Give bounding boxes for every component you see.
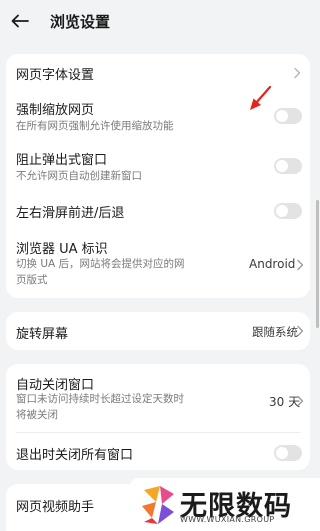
rotate-label: 旋转屏幕: [16, 327, 69, 342]
auto-close-row[interactable]: 自动关闭窗口 窗口未访问持续时长超过设定天数时 将被关闭 30 天: [6, 364, 310, 430]
close-on-exit-row: 退出时关闭所有窗口: [6, 434, 310, 470]
watermark-logo-icon: [142, 486, 174, 524]
toggle-knob: [276, 447, 288, 459]
font-setting-label: 网页字体设置: [16, 68, 95, 83]
ua-description-line2: 页版式: [16, 274, 48, 286]
scrollbar[interactable]: [316, 200, 319, 328]
block-popup-row: 阻止弹出式窗口 不允许网页自动创建新窗口: [6, 142, 310, 190]
block-popup-toggle[interactable]: [274, 158, 302, 174]
watermark: 无限数码 WWW.WUXIAN.GROUP: [130, 478, 320, 531]
toggle-knob: [276, 110, 288, 122]
rotate-row[interactable]: 旋转屏幕 跟随系统: [6, 312, 310, 350]
page-title: 浏览设置: [50, 13, 111, 31]
auto-close-description-line2: 将被关闭: [16, 409, 58, 421]
chevron-right-icon: [297, 259, 304, 271]
chevron-right-icon: [297, 395, 304, 407]
video-helper-label: 网页视频助手: [16, 500, 95, 515]
swipe-nav-label: 左右滑屏前进/后退: [16, 206, 125, 221]
chevron-right-icon: [297, 325, 304, 337]
force-zoom-toggle[interactable]: [274, 108, 302, 124]
annotation-arrow-icon: [250, 85, 272, 110]
swipe-nav-row: 左右滑屏前进/后退: [6, 192, 310, 228]
chevron-right-icon: [294, 67, 301, 79]
auto-close-label: 自动关闭窗口: [16, 378, 95, 393]
watermark-url: WWW.WUXIAN.GROUP: [180, 515, 275, 524]
back-arrow-icon: [11, 14, 29, 28]
ua-row[interactable]: 浏览器 UA 标识 切换 UA 后，网站将会提供对应的网 页版式 Android: [6, 230, 310, 296]
toggle-knob: [276, 205, 288, 217]
swipe-nav-toggle[interactable]: [274, 203, 302, 219]
auto-close-description-line1: 窗口未访问持续时长超过设定天数时: [16, 393, 184, 405]
toggle-knob: [276, 160, 288, 172]
ua-value: Android: [249, 257, 296, 271]
close-on-exit-toggle[interactable]: [274, 445, 302, 461]
divider: [16, 432, 300, 433]
settings-card-rotate: 旋转屏幕 跟随系统: [6, 312, 310, 350]
ua-label: 浏览器 UA 标识: [16, 242, 108, 257]
back-button[interactable]: [6, 8, 34, 34]
close-on-exit-label: 退出时关闭所有窗口: [16, 448, 134, 463]
ua-description-line1: 切换 UA 后，网站将会提供对应的网: [16, 258, 185, 270]
rotate-value: 跟随系统: [252, 325, 298, 339]
settings-card-windows: 自动关闭窗口 窗口未访问持续时长超过设定天数时 将被关闭 30 天 退出时关闭所…: [6, 364, 310, 470]
header-bar: 浏览设置: [0, 0, 320, 44]
block-popup-label: 阻止弹出式窗口: [16, 153, 108, 168]
force-zoom-description: 在所有网页强制允许使用缩放功能: [16, 120, 174, 132]
block-popup-description: 不允许网页自动创建新窗口: [16, 170, 142, 182]
force-zoom-label: 强制缩放网页: [16, 103, 95, 118]
